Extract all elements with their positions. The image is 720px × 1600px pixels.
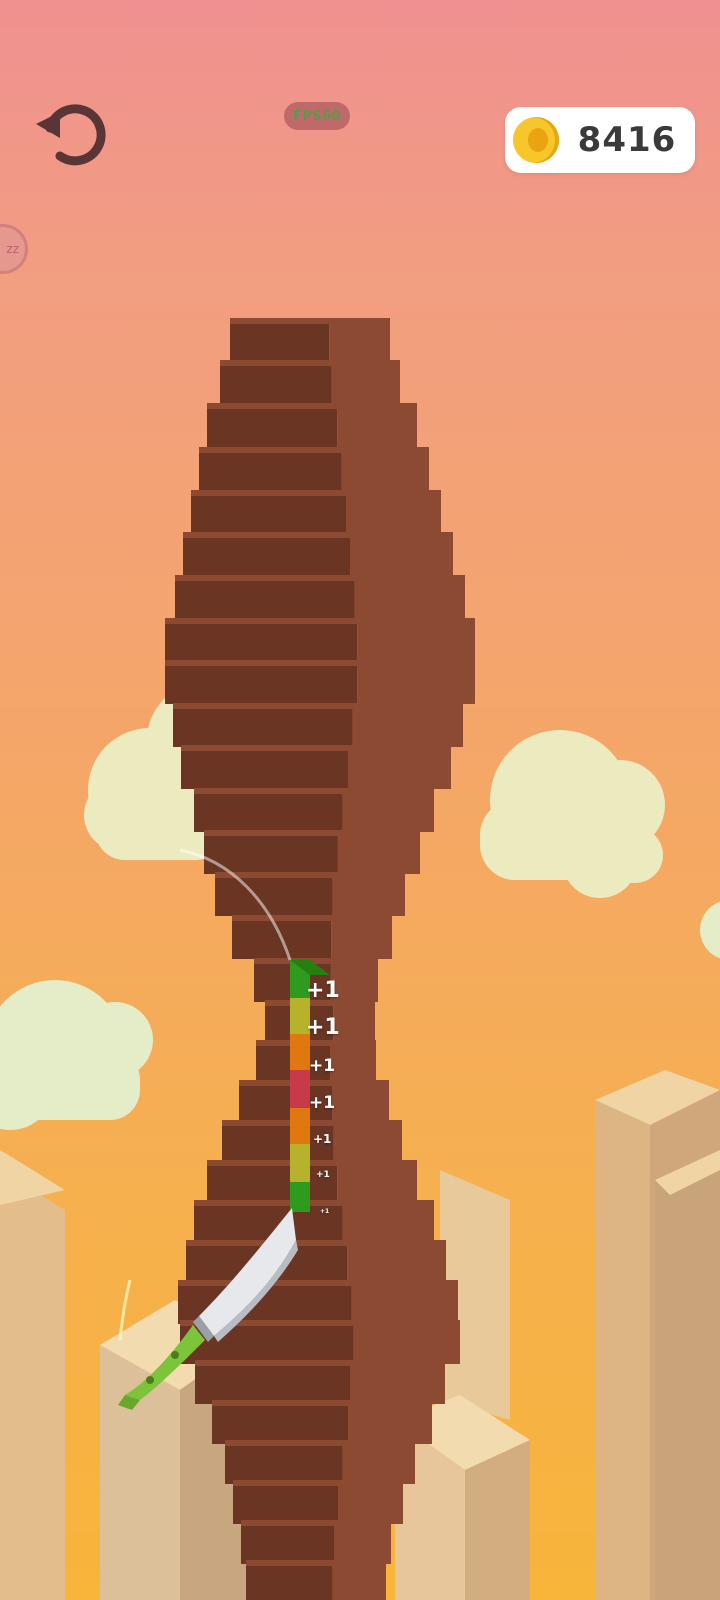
tower-block-top	[254, 958, 378, 964]
tower-block-side	[337, 834, 420, 874]
tower-block-side	[331, 919, 392, 959]
tower-block-top	[173, 703, 463, 709]
restart-icon	[36, 104, 106, 166]
score-popup: +1	[313, 1132, 332, 1146]
tower-block-top	[183, 532, 453, 538]
tower-block-face	[207, 1160, 338, 1204]
tower-block-side	[354, 579, 465, 619]
score-popup: +1	[306, 978, 340, 1003]
tower-block-side	[332, 1564, 386, 1600]
coin-count: 8416	[577, 120, 677, 160]
tower-block-top	[230, 318, 390, 324]
tower-block-top	[199, 447, 429, 453]
score-popup: +1	[306, 1015, 340, 1040]
tower-block-face	[165, 660, 358, 704]
tower-block-face	[215, 872, 333, 916]
tower-block-top	[256, 1040, 376, 1046]
tower-block-top	[178, 1280, 458, 1286]
tower-block-face	[225, 1440, 343, 1484]
tower-block-side	[337, 407, 417, 447]
tower-block-side	[330, 1044, 376, 1084]
cloud-lower-left	[0, 980, 153, 1130]
tower-block-side	[352, 707, 463, 747]
tower-block-top	[220, 360, 400, 366]
tower-block-top	[232, 915, 392, 921]
restart-button[interactable]	[30, 98, 110, 170]
tower-block-top	[233, 1480, 403, 1486]
score-popup: +1	[309, 1093, 336, 1113]
tower-block-top	[191, 490, 441, 496]
tower-block-face	[165, 618, 358, 662]
tower-block-side	[342, 1444, 415, 1484]
tower-block-top	[181, 745, 451, 751]
tower-block-side	[350, 536, 453, 576]
coin-counter-panel: 8416	[505, 107, 695, 173]
tower-block-top	[207, 403, 417, 409]
tower-block-top	[165, 618, 475, 624]
tower-block-top	[239, 1080, 389, 1086]
tower-block-top	[241, 1520, 391, 1526]
tower-block-top	[246, 1560, 386, 1566]
score-popup: +1	[309, 1056, 336, 1076]
tower-block-top	[194, 1200, 434, 1206]
tower-block-side	[346, 494, 441, 534]
tower-block-top	[207, 1160, 417, 1166]
tower-block-side	[342, 792, 434, 832]
tower-block-side	[338, 1484, 403, 1524]
tower-block-side	[332, 1084, 389, 1124]
tower-block-side	[357, 664, 475, 704]
score-popup: +1	[316, 1170, 330, 1180]
tower-block-side	[332, 876, 405, 916]
tower-block-side	[357, 622, 475, 662]
tower-block-top	[165, 660, 475, 666]
tower-block-face	[183, 532, 351, 576]
tower-block-side	[353, 1324, 460, 1364]
tower-block-side	[342, 1204, 434, 1244]
tower-block-side	[341, 451, 429, 491]
cloud-right	[480, 730, 665, 898]
tower-block-side	[329, 322, 390, 362]
game-scene[interactable]	[0, 0, 720, 1600]
tower-block-top	[195, 1360, 445, 1366]
building-right-front	[655, 1150, 720, 1600]
tower-block-face	[181, 745, 349, 789]
fps-counter: FPS60	[284, 102, 350, 130]
tower-block-side	[348, 1404, 432, 1444]
tower-block-top	[204, 830, 420, 836]
building-left	[0, 1150, 65, 1600]
tower-block-top	[175, 575, 465, 581]
tower-block-side	[347, 1244, 446, 1284]
tower-block-face	[207, 403, 338, 447]
coin-icon	[513, 117, 559, 163]
side-button-label: zz	[6, 242, 19, 256]
tower-block-side	[350, 1364, 445, 1404]
tower-block-top	[215, 872, 405, 878]
tower-block-top	[225, 1440, 415, 1446]
tower-block-face	[220, 360, 332, 404]
tower-block-face	[173, 703, 353, 747]
tower-block-top	[194, 788, 434, 794]
tower-block-side	[334, 1524, 391, 1564]
cloud-edge-right	[700, 901, 720, 959]
tower-block-side	[348, 749, 451, 789]
tower-block-top	[212, 1400, 432, 1406]
tower-block-face	[175, 575, 355, 619]
tower-block-face	[194, 788, 343, 832]
tower-block-side	[331, 364, 400, 404]
score-popup: +1	[320, 1208, 330, 1215]
tower-block-side	[337, 1164, 417, 1204]
tower-block-face	[191, 490, 346, 534]
tower-block-face	[233, 1480, 339, 1524]
tower-block-face	[199, 447, 342, 491]
tower-block-side	[351, 1284, 458, 1324]
tower-block-top	[222, 1120, 402, 1126]
tower-block-face	[195, 1360, 350, 1404]
tower-block-side	[333, 1124, 402, 1164]
tower-block-face	[212, 1400, 349, 1444]
tower-block-face	[241, 1520, 334, 1564]
tower-block-face	[230, 318, 330, 362]
tower-block-top	[186, 1240, 446, 1246]
